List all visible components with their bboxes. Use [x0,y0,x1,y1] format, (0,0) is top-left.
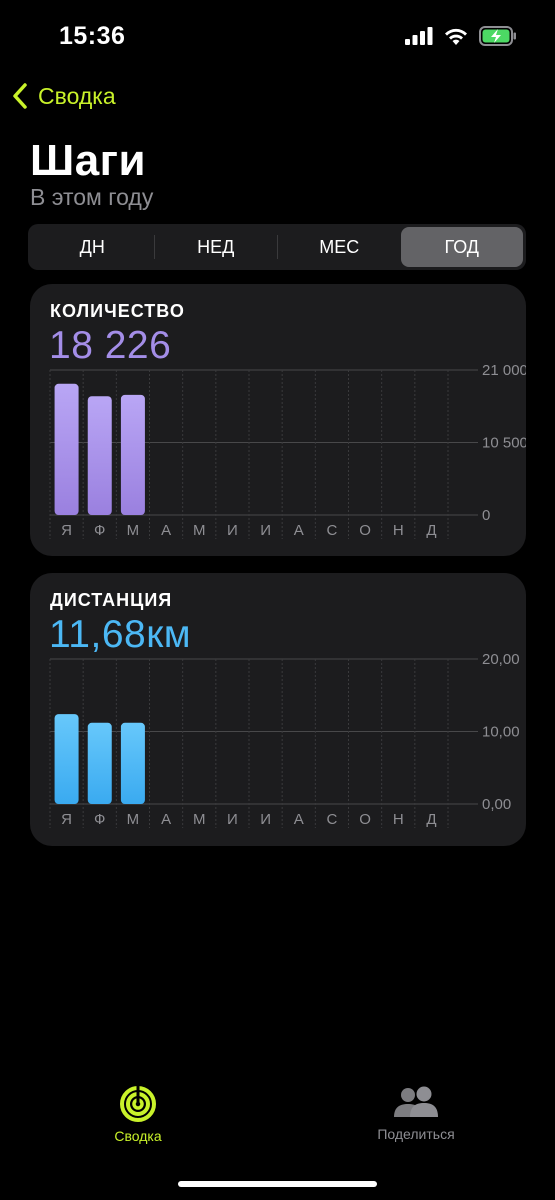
signal-icon [405,27,433,45]
x-tick-label: И [260,522,271,539]
x-tick-label: Я [61,811,72,828]
steps-card[interactable]: КОЛИЧЕСТВО 18 226 21 000 10 500 0 Я Ф М А М И И А С… [30,284,526,556]
wifi-icon [445,28,467,45]
tab-summary[interactable]: Сводка [98,1085,178,1144]
y-tick-label: 10 500 [482,435,526,452]
steps-chart: 21 000 10 500 0 Я Ф М А М И И А С О Н Д [49,362,526,539]
x-tick-label: А [294,522,304,539]
x-tick-label: Я [61,522,72,539]
home-indicator [178,1181,377,1187]
x-tick-label: И [227,811,238,828]
segment-week[interactable]: НЕД [155,227,278,267]
activity-rings-icon [120,1086,156,1122]
tab-share-label: Поделиться [377,1126,455,1142]
x-tick-label: М [193,522,206,539]
back-label: Сводка [38,82,116,109]
x-tick-label: С [326,811,337,828]
y-tick-label: 0 [482,507,490,524]
distance-chart: 20,00 10,00 0,00 Я Ф М А М И И А С О Н Д [49,651,520,828]
x-tick-label: С [326,522,337,539]
y-tick-label: 10,00 [482,724,520,741]
status-bar: 15:36 [0,0,555,70]
x-tick-label: Н [393,811,404,828]
x-tick-label: Д [426,811,436,828]
people-icon [394,1086,438,1117]
x-tick-label: Ф [94,522,105,539]
y-tick-label: 0,00 [482,796,511,813]
x-tick-label: И [227,522,238,539]
x-tick-label: Д [426,522,436,539]
chart-bar [54,714,79,804]
status-icons [405,26,517,46]
segment-day[interactable]: ДН [31,227,154,267]
chart-bar [120,722,145,804]
tab-share[interactable]: Поделиться [366,1085,466,1142]
chart-bar [87,396,112,515]
segment-month[interactable]: МЕС [278,227,401,267]
battery-charging-icon [479,26,516,46]
x-tick-label: А [161,811,171,828]
chevron-left-icon [13,83,27,109]
segment-year[interactable]: ГОД [400,227,523,267]
x-tick-label: О [359,811,371,828]
x-tick-label: О [359,522,371,539]
page-subtitle: В этом году [30,184,154,210]
chart-bar [120,394,145,515]
x-tick-label: А [161,522,171,539]
chart-bar [87,722,112,804]
x-tick-label: И [260,811,271,828]
x-tick-label: М [127,811,139,828]
y-tick-label: 20,00 [482,651,520,668]
tab-bar: Сводка Поделиться [0,1085,555,1165]
x-tick-label: Ф [94,811,105,828]
x-tick-label: М [127,522,139,539]
x-tick-label: А [294,811,304,828]
page-title: Шаги [30,136,147,185]
back-button[interactable]: Сводка [12,82,116,110]
tab-summary-label: Сводка [114,1128,162,1144]
status-time: 15:36 [59,22,126,50]
period-segmented-control: ДН НЕД МЕС ГОД [28,224,526,270]
x-tick-label: Н [393,522,404,539]
distance-card[interactable]: ДИСТАНЦИЯ 11,68км 20,00 10,00 0,00 Я Ф М А М И И А… [30,573,526,846]
y-tick-label: 21 000 [482,362,526,379]
x-tick-label: М [193,811,206,828]
chart-bar [54,383,79,515]
